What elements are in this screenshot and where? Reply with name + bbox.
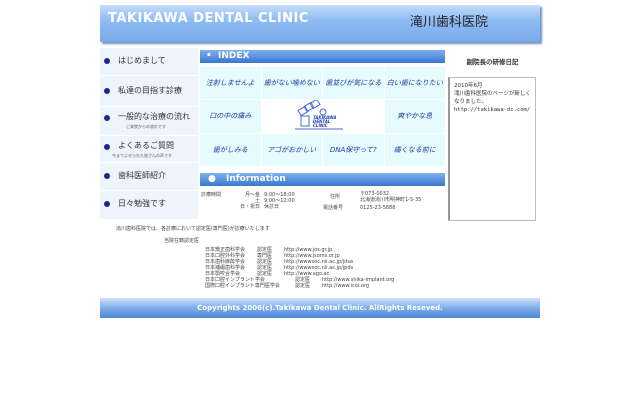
sidebar-item-label: よくあるご質問 bbox=[118, 141, 174, 150]
site-header: TAKIKAWA DENTAL CLINIC 滝川歯科医院 bbox=[100, 5, 540, 42]
address: 〒073-0032 北海道滝川市明神町1-5-35 bbox=[360, 191, 422, 203]
building-logo-icon: TAKIKAWADENTALCLINIC bbox=[294, 100, 343, 130]
sidebar-item-label: 私達の目指す診療 bbox=[118, 86, 182, 95]
bullet-icon bbox=[104, 88, 110, 94]
sidebar-item-sub: 今までよせられた皆さんの声です bbox=[112, 153, 172, 158]
index-link[interactable]: 痛くなる前に bbox=[384, 133, 445, 166]
information-title: Information bbox=[226, 174, 286, 184]
sidebar-item[interactable]: よくあるご質問今までよせられた皆さんの声です bbox=[100, 136, 198, 163]
index-link[interactable]: 注射しませんよ bbox=[200, 67, 261, 100]
sidebar-item[interactable]: はじめまして bbox=[100, 48, 198, 76]
sidebar-item[interactable]: 歯科医師紹介 bbox=[100, 163, 198, 191]
hours-days: 月～金土日・祝日 bbox=[239, 192, 260, 210]
diary-line: http://takikawa-dc.com/ bbox=[454, 107, 531, 113]
bullet-icon bbox=[104, 144, 110, 150]
sidebar-item-label: はじめまして bbox=[118, 56, 166, 65]
index-link[interactable]: 歯がしみる bbox=[200, 133, 261, 166]
sidebar-item-label: 日々勉強です bbox=[118, 199, 166, 208]
hours-label: 診療時間 bbox=[201, 192, 222, 198]
cert-row: 国際口腔インプラント専門医学会 認定医 http://www.icoi.org bbox=[205, 283, 370, 289]
information-header: ● Information bbox=[200, 173, 445, 186]
bullet-icon bbox=[104, 58, 110, 64]
site-title-en: TAKIKAWA DENTAL CLINIC bbox=[108, 11, 309, 26]
index-link[interactable]: 歯並びが気になる bbox=[323, 67, 384, 100]
certification-list: 日本矯正歯科学会 認定医 http://www.jos.gr.jp 日本口腔外科学会… bbox=[205, 247, 394, 289]
address-label: 住所 bbox=[330, 194, 341, 200]
index-link[interactable]: 歯がない噛めない bbox=[261, 67, 322, 100]
index-link[interactable]: DNA保守って? bbox=[323, 133, 384, 166]
sidebar-item-sub: ご来院からの流れです bbox=[126, 124, 166, 129]
diary-line: 2010年6月 bbox=[454, 83, 483, 89]
bullet-icon bbox=[104, 201, 110, 207]
sidebar-item[interactable]: 一般的な治療の流れご来院からの流れです bbox=[100, 107, 198, 136]
index-title: INDEX bbox=[218, 51, 250, 61]
index-link[interactable]: 白い歯になりたい bbox=[384, 67, 445, 100]
bullet-icon bbox=[104, 173, 110, 179]
index-link[interactable]: 爽やかな息 bbox=[384, 100, 445, 133]
sidebar-nav: はじめまして 私達の目指す診療 一般的な治療の流れご来院からの流れです よくある… bbox=[100, 48, 198, 220]
sidebar-item-label: 一般的な治療の流れ bbox=[118, 112, 190, 121]
certification-intro: 滝川歯科医院では、各診療において認定医(専門医)が診療いたします bbox=[116, 226, 270, 232]
hours-times: 9:00～18:00 9:00～12:00 休診日 bbox=[264, 192, 295, 210]
phone: 0125-23-5888 bbox=[360, 205, 396, 211]
index-link[interactable]: 口の中の痛み bbox=[200, 100, 261, 133]
certification-subtitle: 当院在籍認定医 bbox=[164, 238, 200, 244]
sidebar-item[interactable]: 日々勉強です bbox=[100, 191, 198, 220]
index-header: • INDEX bbox=[200, 50, 445, 63]
svg-text:CLINIC: CLINIC bbox=[313, 123, 328, 128]
diary-title[interactable]: 副院長の研修日記 bbox=[445, 56, 540, 66]
bullet-icon bbox=[104, 115, 110, 121]
diary-box[interactable]: 2010年6月 滝川歯科医院のページが新しくなりました。 http://taki… bbox=[448, 77, 536, 221]
phone-label: 電話番号 bbox=[323, 205, 344, 211]
diary-line: 滝川歯科医院のページが新しくなりました。 bbox=[454, 91, 531, 105]
index-link[interactable]: アゴがおかしい bbox=[261, 133, 322, 166]
sidebar-item-label: 歯科医師紹介 bbox=[118, 171, 166, 180]
clinic-logo: TAKIKAWA DENTAL CLINIC bbox=[261, 100, 384, 133]
sidebar-item[interactable]: 私達の目指す診療 bbox=[100, 76, 198, 107]
footer-copyright: Copyrights 2006(c).Takikawa Dental Clini… bbox=[100, 298, 540, 318]
index-grid: 注射しませんよ 歯がない噛めない 歯並びが気になる 白い歯になりたい 口の中の痛… bbox=[200, 67, 445, 166]
site-title-jp: 滝川歯科医院 bbox=[410, 15, 489, 30]
